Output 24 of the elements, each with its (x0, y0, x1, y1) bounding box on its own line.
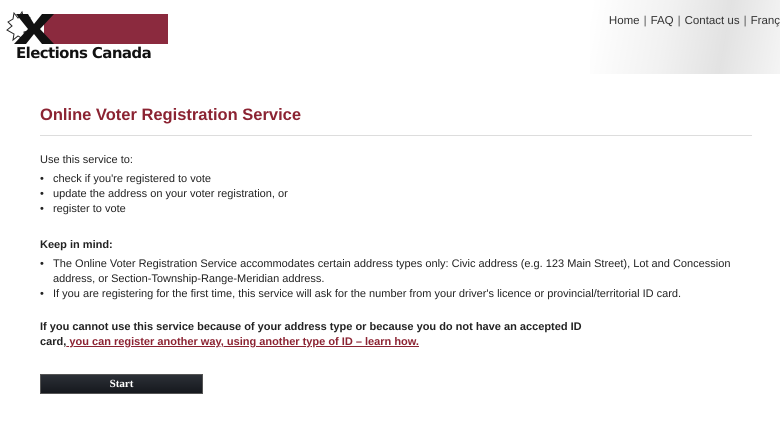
nav-link[interactable]: Franç (750, 15, 780, 27)
intro-text: Use this service to: (40, 154, 134, 166)
bullet: • (40, 257, 45, 272)
bullet: • (40, 202, 45, 217)
alternative-text: If you cannot use this service because of your address type or because you do not have an accepted ID card, you can register another way, using another type of ID – learn how. (40, 320, 583, 350)
list-item: The Online Voter Registration Service accommodates certain address types only: Civic address (e.g. 123 Main Street), Lot and Concession address, or Section-Township-Range-Meridian address. (53, 257, 732, 287)
nav-link[interactable]: Home (608, 15, 640, 27)
bullet: • (40, 187, 45, 202)
list-item: update the address on your voter registration, or (53, 187, 288, 202)
nav-separator: | (644, 15, 647, 27)
section-heading: Keep in mind: (40, 239, 114, 251)
bullet: • (40, 287, 45, 302)
page-title: Online Voter Registration Service (40, 106, 752, 136)
learn-how-link[interactable]: you can register another way, using another type of ID – learn how. (66, 336, 419, 348)
bullet: • (40, 172, 45, 187)
nav-link[interactable]: Contact us (684, 15, 740, 27)
nav-separator: | (678, 15, 681, 27)
logo-text: Elections Canada (16, 46, 152, 61)
nav-link[interactable]: FAQ (650, 15, 674, 27)
nav-separator: | (744, 15, 747, 27)
list-item: If you are registering for the first time, this service will ask for the number from your driver's licence or provincial/territorial ID card. (53, 287, 682, 302)
list-item: register to vote (53, 202, 126, 217)
list-item: check if you're registered to vote (53, 172, 212, 187)
start-button[interactable]: Start (40, 374, 203, 394)
